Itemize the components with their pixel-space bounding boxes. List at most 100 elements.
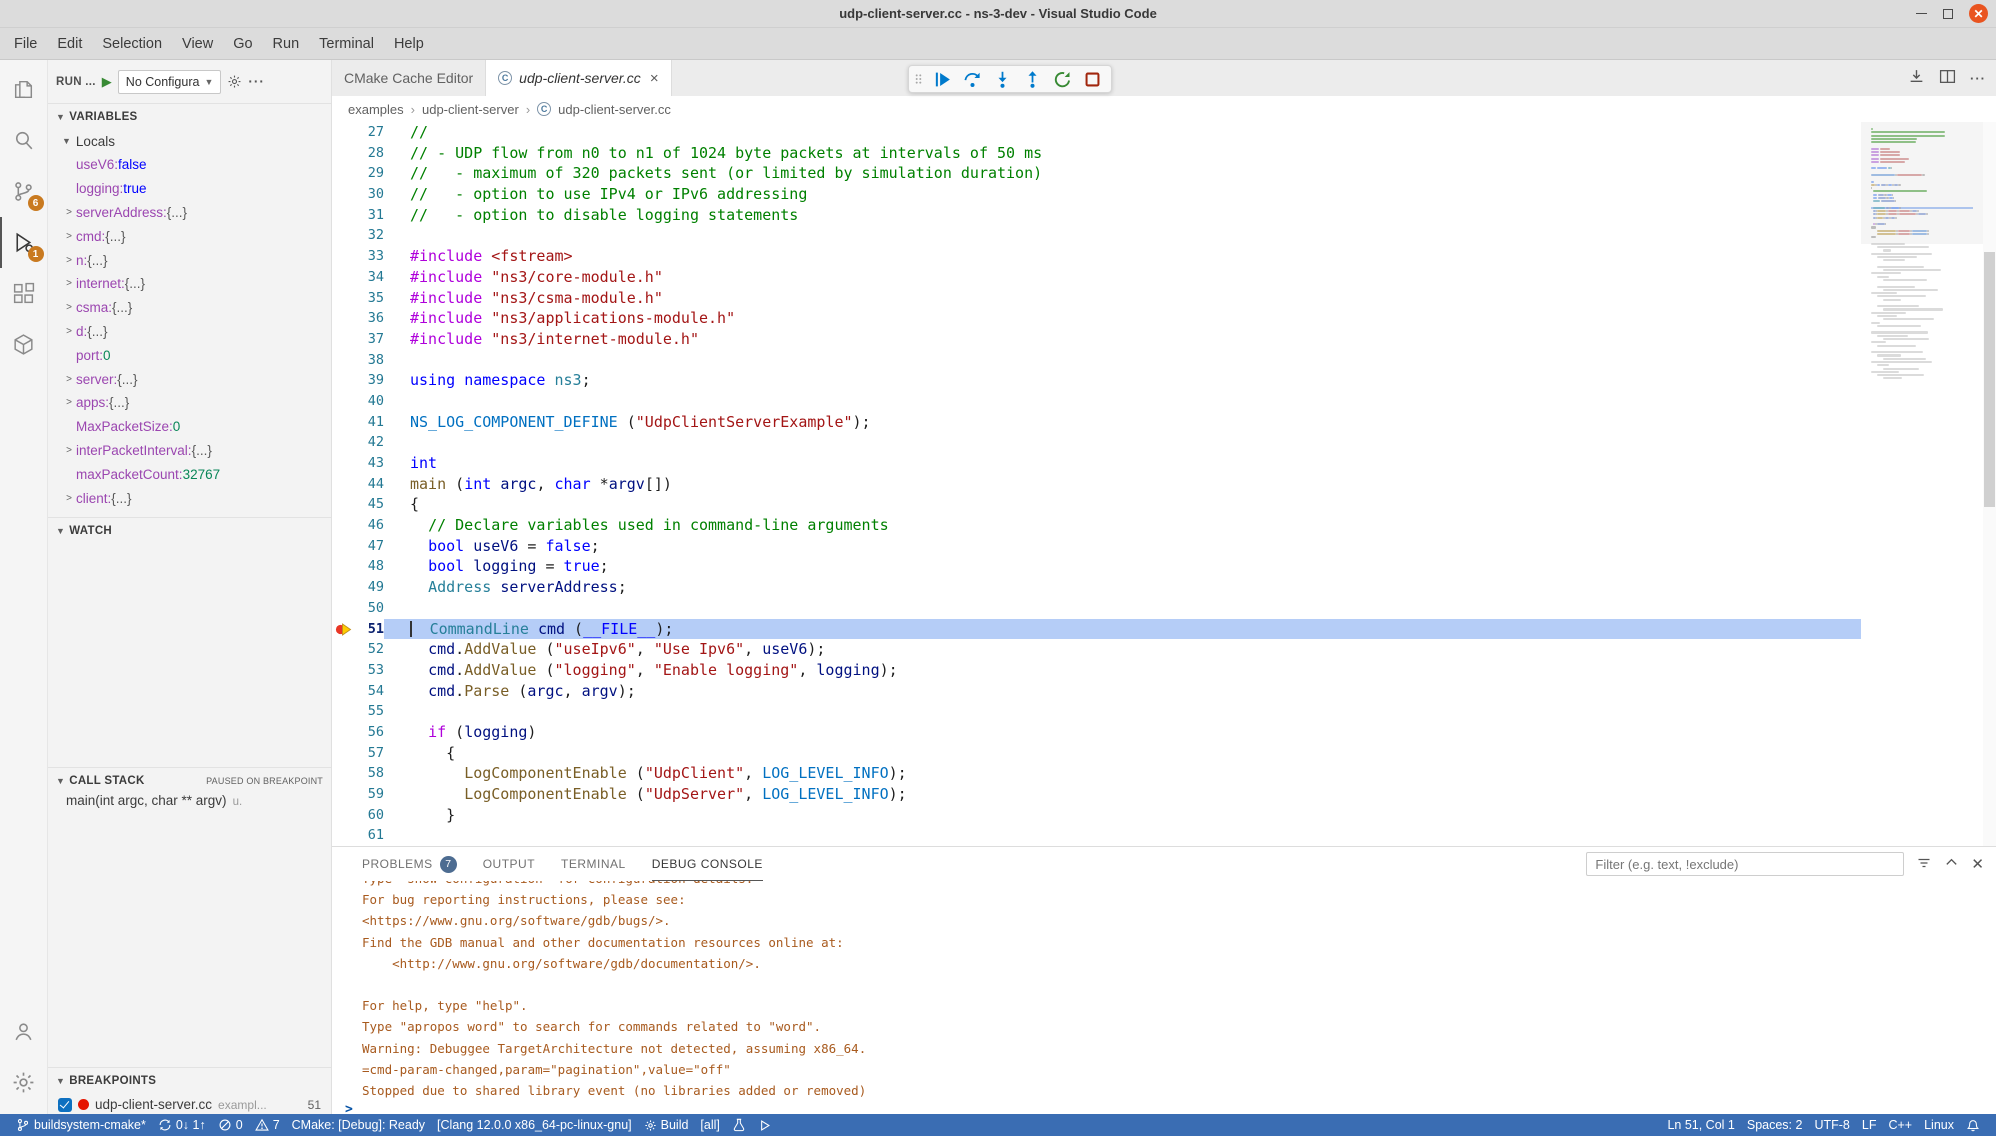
editor-scrollbar[interactable] bbox=[1983, 122, 1996, 846]
variable-row[interactable]: >cmd: {...} bbox=[48, 224, 331, 248]
code-line[interactable]: 34#include "ns3/core-module.h" bbox=[332, 267, 1861, 288]
gutter-glyph[interactable] bbox=[332, 556, 356, 577]
gutter-glyph[interactable] bbox=[332, 143, 356, 164]
run-debug-icon[interactable]: 1 bbox=[0, 217, 48, 268]
gutter-glyph[interactable] bbox=[332, 350, 356, 371]
breakpoint-checkbox[interactable] bbox=[58, 1098, 72, 1112]
launch-config-dropdown[interactable]: No Configura ▼ bbox=[118, 70, 222, 94]
panel-tab-problems[interactable]: PROBLEMS7 bbox=[362, 847, 457, 881]
indentation-status[interactable]: Spaces: 2 bbox=[1741, 1114, 1809, 1136]
current-line-breakpoint-icon[interactable] bbox=[332, 619, 356, 640]
variable-row[interactable]: >serverAddress: {...} bbox=[48, 201, 331, 225]
minimize-button[interactable] bbox=[1916, 13, 1927, 15]
gutter-glyph[interactable] bbox=[332, 494, 356, 515]
maximize-button[interactable] bbox=[1943, 9, 1953, 19]
gutter-glyph[interactable] bbox=[332, 722, 356, 743]
variable-row[interactable]: >client: {...} bbox=[48, 486, 331, 510]
tab-cmake-cache-editor[interactable]: CMake Cache Editor bbox=[332, 60, 486, 96]
gutter-glyph[interactable] bbox=[332, 660, 356, 681]
code-line[interactable]: 32 bbox=[332, 225, 1861, 246]
menu-help[interactable]: Help bbox=[384, 28, 434, 59]
gutter-glyph[interactable] bbox=[332, 432, 356, 453]
code-line[interactable]: 58 LogComponentEnable ("UdpClient", LOG_… bbox=[332, 763, 1861, 784]
gutter-glyph[interactable] bbox=[332, 577, 356, 598]
extensions-icon[interactable] bbox=[0, 268, 48, 319]
package-icon[interactable] bbox=[0, 319, 48, 370]
debug-console-prompt[interactable]: > bbox=[332, 1103, 1996, 1115]
step-out-icon[interactable] bbox=[1019, 67, 1045, 91]
variable-row[interactable]: >server: {...} bbox=[48, 367, 331, 391]
configure-gear-icon[interactable] bbox=[227, 74, 242, 89]
menu-selection[interactable]: Selection bbox=[92, 28, 172, 59]
variable-row[interactable]: >d: {...} bbox=[48, 320, 331, 344]
step-into-icon[interactable] bbox=[989, 67, 1015, 91]
tab-udp-client-server[interactable]: C udp-client-server.cc × bbox=[486, 60, 671, 96]
gutter-glyph[interactable] bbox=[332, 805, 356, 826]
menu-file[interactable]: File bbox=[4, 28, 47, 59]
debug-console-output[interactable]: Type "show configuration" for configurat… bbox=[332, 881, 1996, 1103]
debug-filter-input[interactable] bbox=[1586, 852, 1904, 876]
code-line[interactable]: 42 bbox=[332, 432, 1861, 453]
cmake-build-target[interactable]: [all] bbox=[694, 1114, 725, 1136]
code-line[interactable]: 39using namespace ns3; bbox=[332, 370, 1861, 391]
code-line[interactable]: 57 { bbox=[332, 743, 1861, 764]
code-line[interactable]: 48 bool logging = true; bbox=[332, 556, 1861, 577]
code-line[interactable]: 53 cmd.AddValue ("logging", "Enable logg… bbox=[332, 660, 1861, 681]
code-line[interactable]: 33#include <fstream> bbox=[332, 246, 1861, 267]
code-line[interactable]: 29// - maximum of 320 packets sent (or l… bbox=[332, 163, 1861, 184]
warnings-count[interactable]: 7 bbox=[249, 1114, 286, 1136]
cmake-test-button[interactable] bbox=[726, 1114, 752, 1136]
minimap[interactable] bbox=[1861, 122, 1983, 846]
code-line[interactable]: 49 Address serverAddress; bbox=[332, 577, 1861, 598]
start-debug-icon[interactable]: ▶ bbox=[102, 74, 112, 90]
code-line[interactable]: 60 } bbox=[332, 805, 1861, 826]
chevron-up-icon[interactable] bbox=[1944, 855, 1959, 873]
close-tab-icon[interactable]: × bbox=[650, 70, 659, 87]
code-line[interactable]: 59 LogComponentEnable ("UdpServer", LOG_… bbox=[332, 784, 1861, 805]
explorer-icon[interactable] bbox=[0, 64, 48, 115]
code-line[interactable]: 45{ bbox=[332, 494, 1861, 515]
breadcrumb-folder[interactable]: udp-client-server bbox=[422, 102, 519, 117]
stop-icon[interactable] bbox=[1079, 67, 1105, 91]
gutter-glyph[interactable] bbox=[332, 681, 356, 702]
cmake-kit[interactable]: [Clang 12.0.0 x86_64-pc-linux-gnu] bbox=[431, 1114, 638, 1136]
gutter-glyph[interactable] bbox=[332, 246, 356, 267]
variable-row[interactable]: >internet: {...} bbox=[48, 272, 331, 296]
code-line[interactable]: 47 bool useV6 = false; bbox=[332, 536, 1861, 557]
gutter-glyph[interactable] bbox=[332, 453, 356, 474]
download-icon[interactable] bbox=[1908, 68, 1925, 88]
notifications-bell[interactable] bbox=[1960, 1114, 1986, 1136]
code-line[interactable]: 30// - option to use IPv4 or IPv6 addres… bbox=[332, 184, 1861, 205]
cmake-build-button[interactable]: Build bbox=[638, 1114, 695, 1136]
gutter-glyph[interactable] bbox=[332, 267, 356, 288]
menu-terminal[interactable]: Terminal bbox=[309, 28, 384, 59]
code-line[interactable]: 31// - option to disable logging stateme… bbox=[332, 205, 1861, 226]
breadcrumb-file[interactable]: udp-client-server.cc bbox=[558, 102, 671, 117]
panel-tab-terminal[interactable]: TERMINAL bbox=[561, 847, 626, 881]
breakpoint-row[interactable]: udp-client-server.cc exampl... 51 bbox=[48, 1093, 331, 1114]
code-line[interactable]: 28// - UDP flow from n0 to n1 of 1024 by… bbox=[332, 143, 1861, 164]
gutter-glyph[interactable] bbox=[332, 474, 356, 495]
gutter-glyph[interactable] bbox=[332, 370, 356, 391]
step-over-icon[interactable] bbox=[959, 67, 985, 91]
gutter-glyph[interactable] bbox=[332, 225, 356, 246]
code-line[interactable]: 38 bbox=[332, 350, 1861, 371]
eol-status[interactable]: LF bbox=[1856, 1114, 1883, 1136]
code-line[interactable]: 51 CommandLine cmd (__FILE__); bbox=[332, 619, 1861, 640]
variable-row[interactable]: port: 0 bbox=[48, 343, 331, 367]
filter-icon[interactable] bbox=[1916, 855, 1932, 874]
gutter-glyph[interactable] bbox=[332, 308, 356, 329]
code-line[interactable]: 54 cmd.Parse (argc, argv); bbox=[332, 681, 1861, 702]
language-mode[interactable]: C++ bbox=[1882, 1114, 1918, 1136]
gutter-glyph[interactable] bbox=[332, 329, 356, 350]
gutter-glyph[interactable] bbox=[332, 205, 356, 226]
scrollbar-thumb[interactable] bbox=[1984, 252, 1995, 507]
gutter-glyph[interactable] bbox=[332, 391, 356, 412]
code-line[interactable]: 41NS_LOG_COMPONENT_DEFINE ("UdpClientSer… bbox=[332, 412, 1861, 433]
gutter-glyph[interactable] bbox=[332, 288, 356, 309]
settings-gear-icon[interactable] bbox=[0, 1057, 48, 1108]
gutter-glyph[interactable] bbox=[332, 515, 356, 536]
gutter-glyph[interactable] bbox=[332, 825, 356, 846]
cmake-launch-button[interactable] bbox=[752, 1114, 777, 1136]
more-actions-icon[interactable]: ··· bbox=[1970, 71, 1986, 86]
